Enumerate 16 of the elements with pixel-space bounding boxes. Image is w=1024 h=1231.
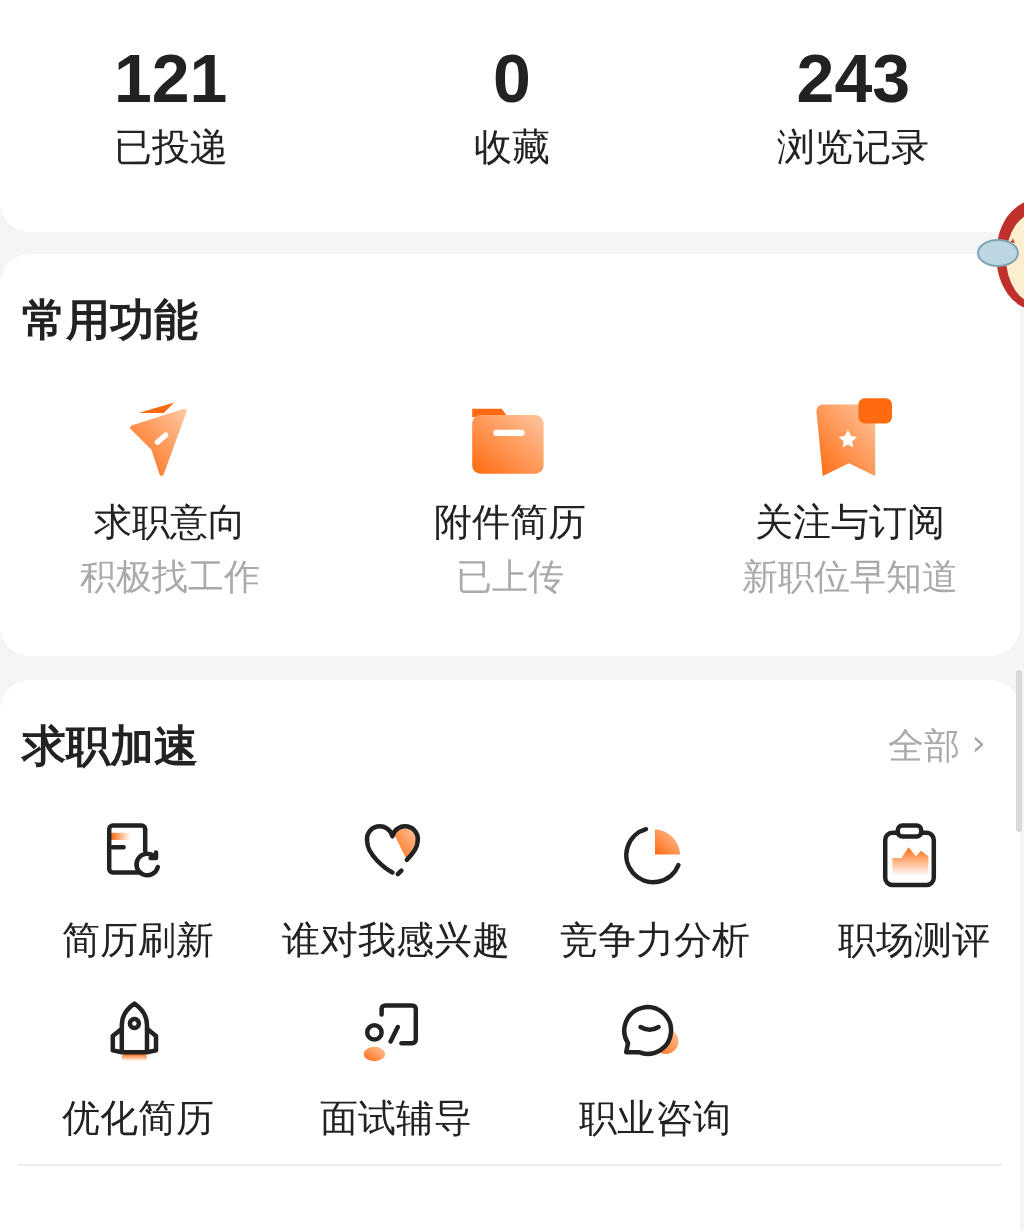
stat-button[interactable]: 0 收藏 [341, 40, 683, 232]
feature-button[interactable]: 附件简历 已上传 [340, 394, 680, 602]
feature-button[interactable]: 求职意向 积极找工作 [0, 394, 340, 602]
stat-button[interactable]: 243 浏览记录 [682, 40, 1024, 232]
tool-button[interactable]: 竞争力分析 [525, 822, 785, 964]
stat-button[interactable]: 121 已投递 [0, 40, 342, 232]
tool-button[interactable]: 面试辅导 [267, 1000, 525, 1142]
tool-button[interactable]: 优化简历 [9, 1000, 267, 1142]
scrollbar[interactable] [1016, 670, 1022, 832]
tool-button[interactable]: 职业咨询 [525, 1000, 785, 1142]
section-title: 求职加速 [22, 719, 198, 773]
tool-button[interactable]: 简历刷新 [9, 822, 267, 964]
section-title: 常用功能 [22, 293, 198, 347]
tool-button[interactable]: 谁对我感兴趣 [267, 822, 525, 964]
feature-button[interactable]: 关注与订阅 新职位早知道 [680, 394, 1020, 602]
tool-button[interactable]: 职场测评 [785, 822, 1024, 964]
